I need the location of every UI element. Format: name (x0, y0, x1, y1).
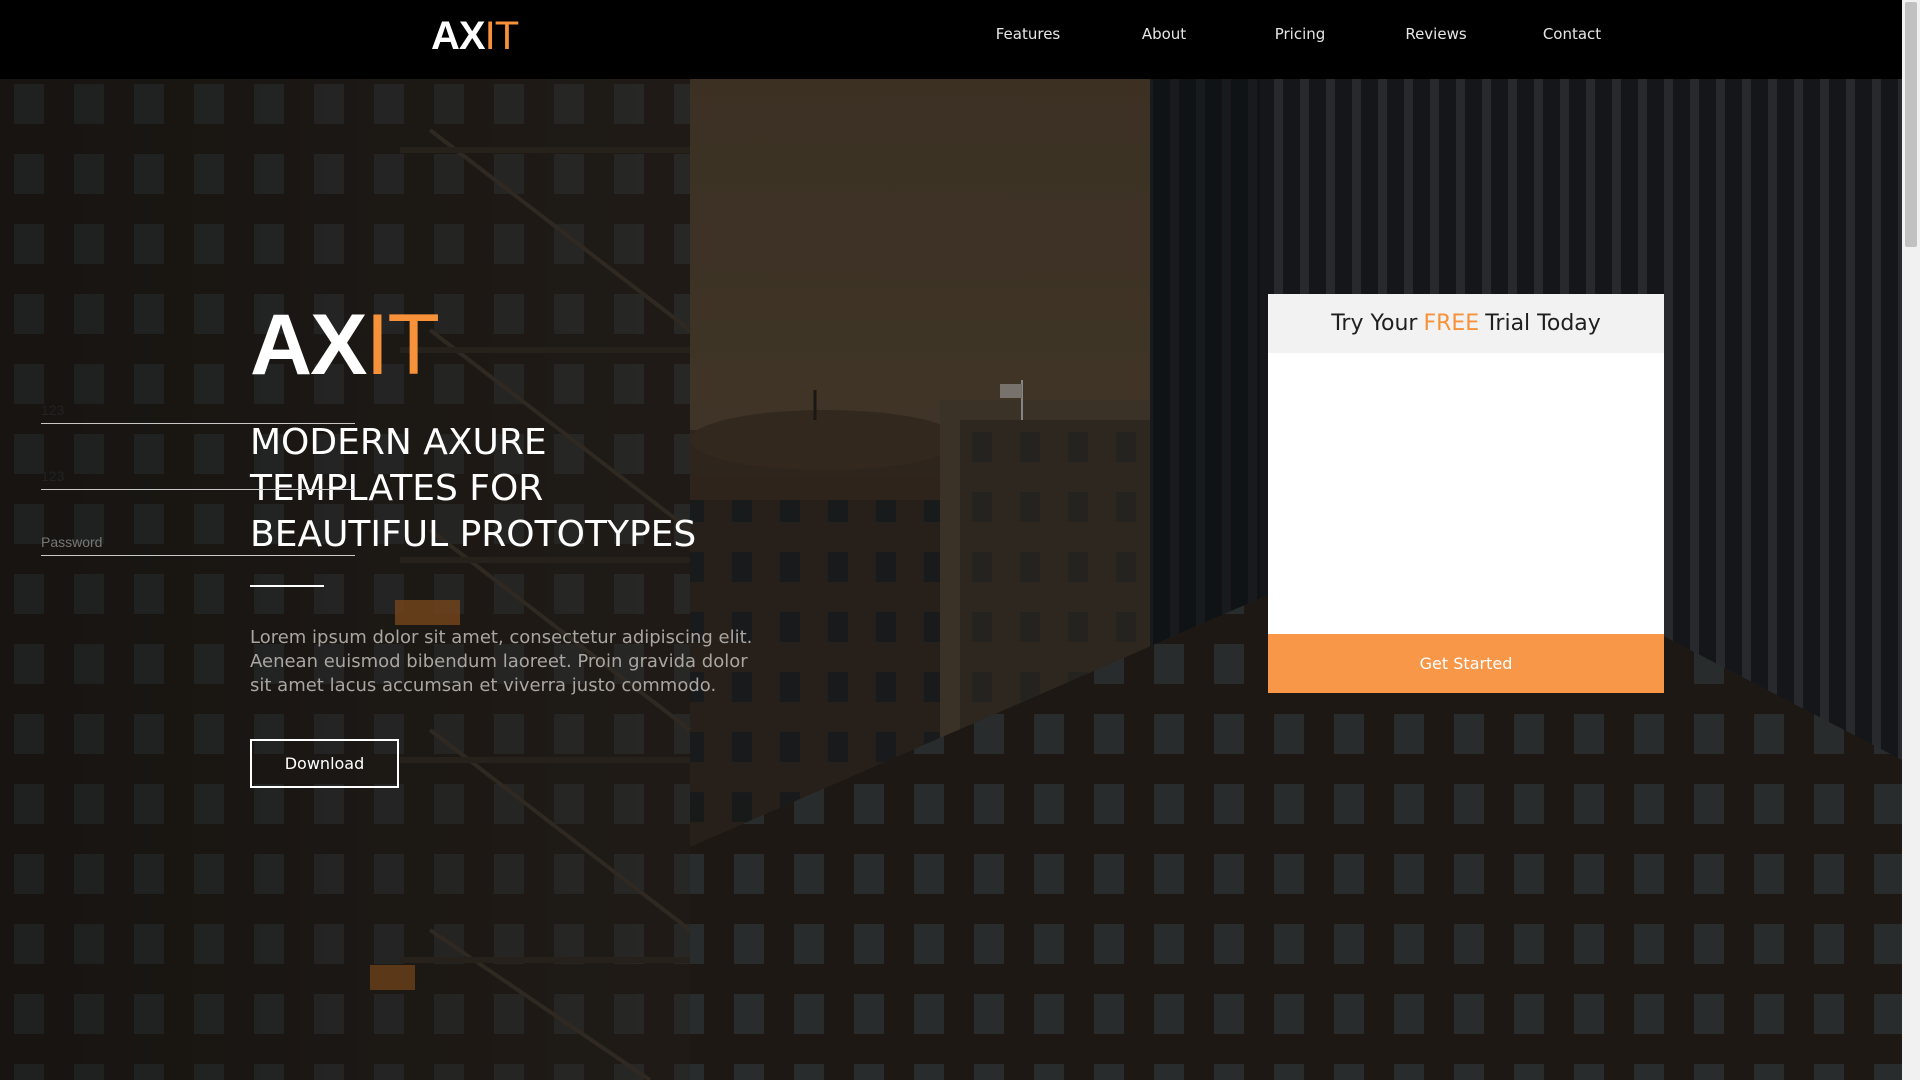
main-nav: Features About Pricing Reviews Contact (960, 0, 1640, 67)
header-logo[interactable]: AXIT (431, 14, 520, 58)
password-field[interactable] (41, 529, 355, 556)
trial-heading-free: FREE (1423, 311, 1480, 336)
logo-accent: IT (484, 14, 520, 58)
hero-logo-accent: IT (365, 297, 439, 393)
hero-title-line-1: MODERN AXURE (250, 422, 547, 463)
trial-field-2[interactable] (41, 463, 355, 490)
download-button[interactable]: Download (250, 739, 399, 788)
scrollbar-thumb[interactable] (1905, 2, 1917, 247)
nav-item-reviews[interactable]: Reviews (1368, 25, 1504, 43)
landing-page: AXIT Features About Pricing Reviews Cont… (0, 0, 1920, 1080)
nav-item-features[interactable]: Features (960, 25, 1096, 43)
get-started-button[interactable]: Get Started (1268, 634, 1664, 693)
top-navbar: AXIT Features About Pricing Reviews Cont… (0, 0, 1902, 79)
trial-heading-after: Trial Today (1485, 311, 1601, 336)
nav-item-about[interactable]: About (1096, 25, 1232, 43)
trial-card-heading: Try Your FREE Trial Today (1268, 294, 1664, 353)
page-scrollbar[interactable] (1902, 0, 1920, 1080)
trial-heading-before: Try Your (1331, 311, 1418, 336)
trial-field-1[interactable] (41, 397, 355, 424)
trial-signup-card: Try Your FREE Trial Today Get Started (1268, 294, 1664, 693)
logo-prefix: AX (431, 14, 486, 58)
hero-divider (250, 585, 324, 587)
nav-item-pricing[interactable]: Pricing (1232, 25, 1368, 43)
hero-logo-prefix: AX (250, 297, 367, 393)
hero-description: Lorem ipsum dolor sit amet, consectetur … (250, 627, 753, 696)
hero-logo: AXIT (250, 297, 440, 393)
nav-item-contact[interactable]: Contact (1504, 25, 1640, 43)
